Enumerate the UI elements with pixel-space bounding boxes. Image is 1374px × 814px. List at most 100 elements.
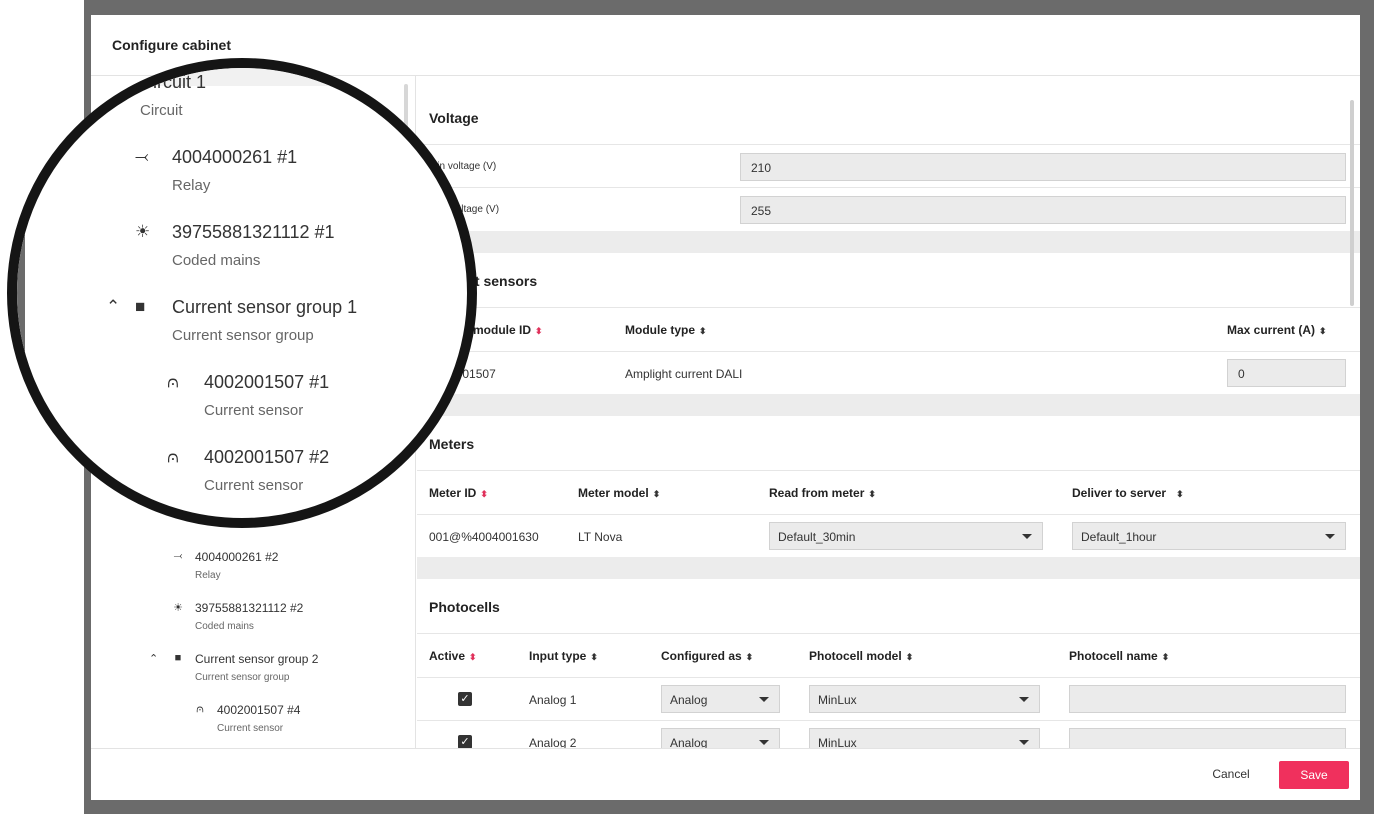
zoom-tree-item-current-sensor-group-1[interactable]: Current sensor group 1 Current sensor gr… [172, 297, 357, 344]
read-from-meter-select[interactable]: Default_30min [769, 522, 1043, 550]
photocell-input-type: Analog 2 [529, 736, 577, 748]
tree-item-title: 4002001507 #2 [204, 447, 330, 467]
column-header-photocell-model[interactable]: Photocell model ⬍ [809, 649, 913, 663]
tree-item-subtitle: Current sensor group [172, 327, 314, 344]
cabinet-config-main: Voltage Min voltage (V) 210 Max voltage … [417, 76, 1360, 748]
divider [417, 187, 1360, 188]
save-button[interactable]: Save [1279, 761, 1349, 789]
column-header-meter-model[interactable]: Meter model ⬍ [578, 486, 660, 500]
configured-as-select[interactable]: Analog [661, 685, 780, 713]
photocell-model-select[interactable]: MinLux [809, 685, 1040, 713]
sort-icon[interactable]: ⬍ [653, 489, 661, 499]
max-current-input[interactable]: 0 [1227, 359, 1346, 387]
divider [417, 633, 1360, 634]
sort-icon[interactable]: ⬍ [1162, 652, 1170, 662]
divider [417, 514, 1360, 515]
photocell-model-select[interactable]: MinLux [809, 728, 1040, 748]
backdrop-edge [17, 68, 25, 518]
meter-model: LT Nova [578, 530, 623, 544]
caret-down-icon [759, 740, 769, 745]
column-header-active[interactable]: Active ⬍ [429, 649, 477, 663]
section-heading-meters: Meters [429, 436, 475, 452]
sun-icon: ☀ [135, 222, 151, 241]
zoom-tree-item-coded-mains-1[interactable]: 39755881321112 #1 Coded mains [172, 222, 335, 269]
column-header-photocell-name[interactable]: Photocell name ⬍ [1069, 649, 1169, 663]
sort-icon[interactable]: ⬍ [868, 489, 876, 499]
column-header-deliver-to-server[interactable]: Deliver to server ⬍ [1072, 486, 1184, 500]
section-heading-voltage: Voltage [429, 110, 479, 126]
caret-down-icon [1022, 534, 1032, 539]
divider [417, 144, 1360, 145]
relay-icon: ⤙ [173, 550, 183, 562]
photocell-active-checkbox[interactable]: ✓ [458, 735, 472, 748]
sort-icon[interactable]: ⬍ [746, 652, 754, 662]
chevron-up-icon[interactable]: ⌃ [106, 297, 120, 317]
tree-item-subtitle: Coded mains [172, 252, 261, 269]
caret-down-icon [1019, 740, 1029, 745]
sort-icon[interactable]: ⬍ [1319, 326, 1327, 336]
max-voltage-input[interactable]: 255 [740, 196, 1346, 224]
tree-item-title: 39755881321112 #1 [172, 222, 335, 242]
select-value: MinLux [818, 693, 857, 707]
tree-item-title: 4002001507 #1 [204, 372, 330, 392]
select-value: Default_1hour [1081, 530, 1157, 544]
main-scrollbar[interactable] [1350, 100, 1354, 306]
photocell-name-input[interactable] [1069, 728, 1346, 748]
sort-icon[interactable]: ⬍ [590, 652, 598, 662]
section-gap [417, 557, 1360, 579]
photocell-input-type: Analog 1 [529, 693, 577, 707]
sort-icon[interactable]: ⬍ [699, 326, 707, 336]
divider [417, 351, 1360, 352]
sun-icon: ☀ [173, 602, 183, 614]
current-sensor-icon: ⩀ [167, 372, 179, 391]
tree-item-relay-2[interactable]: ⤙ 4004000261 #2 Relay [174, 550, 279, 581]
column-header-configured-as[interactable]: Configured as ⬍ [661, 649, 753, 663]
column-header-max-current[interactable]: Max current (A) ⬍ [1227, 323, 1327, 337]
tree-item-title: 4002001507 #4 [217, 703, 301, 717]
section-gap [417, 231, 1360, 253]
sort-icon[interactable]: ⬍ [469, 652, 477, 662]
zoom-tree-item-current-sensor-1[interactable]: 4002001507 #1 Current sensor [204, 372, 329, 419]
deliver-to-server-select[interactable]: Default_1hour [1072, 522, 1346, 550]
chevron-up-icon[interactable]: ⌃ [149, 652, 158, 665]
divider [91, 748, 1360, 749]
select-value: Analog [670, 736, 708, 748]
column-header-read-from-meter[interactable]: Read from meter ⬍ [769, 486, 876, 500]
meter-id: 001@%4004001630 [429, 530, 539, 544]
select-value: MinLux [818, 736, 857, 748]
tree-item-current-sensor-group-2[interactable]: ⌃ ■ Current sensor group 2 Current senso… [149, 652, 319, 683]
module-type: Amplight current DALI [625, 367, 743, 381]
caret-down-icon [1019, 697, 1029, 702]
divider [417, 677, 1360, 678]
photocell-active-checkbox[interactable]: ✓ [458, 692, 472, 706]
folder-icon: ■ [135, 297, 146, 316]
tree-item-coded-mains-2[interactable]: ☀ 39755881321112 #2 Coded mains [173, 601, 304, 632]
divider [417, 470, 1360, 471]
divider [417, 307, 1360, 308]
sort-icon[interactable]: ⬍ [480, 489, 488, 499]
column-header-module-type[interactable]: Module type ⬍ [625, 323, 707, 337]
zoom-tree-item-circuit-1[interactable]: Circuit 1 Circuit [140, 72, 206, 119]
cancel-button[interactable]: Cancel [1199, 760, 1263, 788]
zoom-tree-item-relay-1[interactable]: 4004000261 #1 Relay [172, 147, 297, 194]
section-gap [417, 394, 1360, 416]
tree-item-title: Current sensor group 2 [195, 652, 319, 666]
tree-item-title: 4004000261 #2 [195, 550, 279, 564]
sort-icon[interactable]: ⬍ [1176, 489, 1184, 499]
sort-icon[interactable]: ⬍ [906, 652, 914, 662]
column-header-meter-id[interactable]: Meter ID ⬍ [429, 486, 488, 500]
tree-item-current-sensor-4[interactable]: ⩀ 4002001507 #4 Current sensor [196, 703, 301, 734]
tree-item-title: Circuit 1 [140, 72, 207, 92]
select-value: Analog [670, 693, 708, 707]
sort-icon[interactable]: ⬍ [535, 326, 543, 336]
relay-icon: ⤙ [135, 147, 149, 166]
tree-item-subtitle: Current sensor [204, 477, 304, 494]
column-header-input-type[interactable]: Input type ⬍ [529, 649, 598, 663]
configured-as-select[interactable]: Analog [661, 728, 780, 748]
photocell-name-input[interactable] [1069, 685, 1346, 713]
zoom-tree-item-current-sensor-2[interactable]: 4002001507 #2 Current sensor [204, 447, 329, 494]
tree-item-title: 39755881321112 #2 [195, 601, 304, 615]
tree-item-subtitle: Relay [195, 570, 221, 581]
min-voltage-input[interactable]: 210 [740, 153, 1346, 181]
tree-item-subtitle: Circuit [140, 102, 183, 119]
